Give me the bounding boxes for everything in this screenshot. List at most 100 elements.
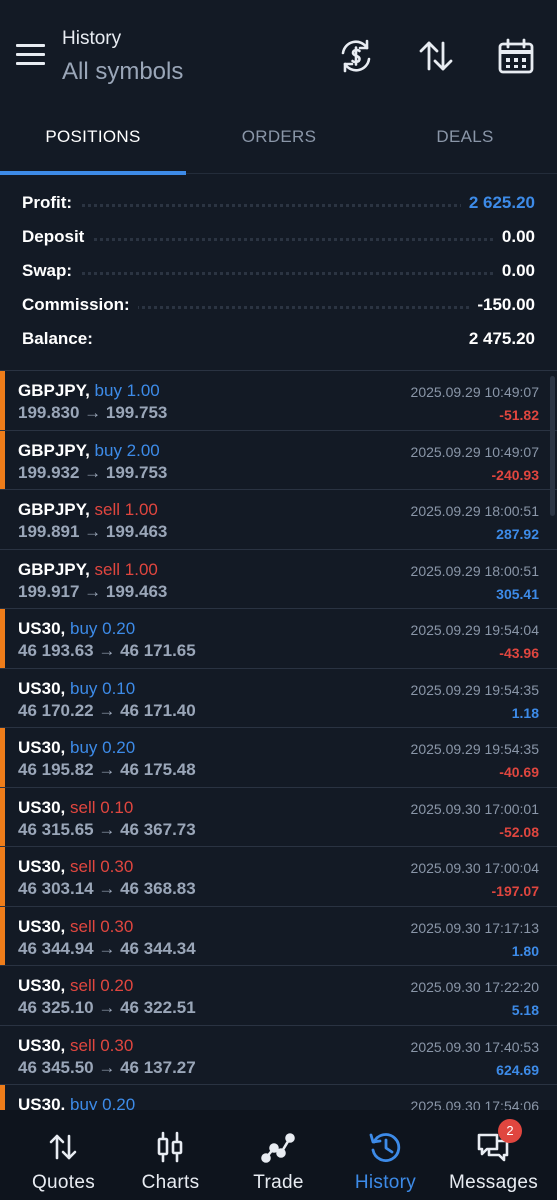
position-side: sell 1.00 <box>94 500 158 519</box>
leader-dots <box>22 272 535 275</box>
history-icon <box>369 1133 401 1162</box>
position-profit: 1.18 <box>511 704 539 721</box>
trade-icon <box>261 1133 295 1163</box>
position-row[interactable]: US30, sell 0.30 46 344.94 → 46 344.34 2025… <box>0 906 557 966</box>
row-marker <box>0 609 5 668</box>
row-marker <box>0 906 5 965</box>
active-tab-indicator <box>0 171 186 175</box>
nav-messages[interactable]: 2 Messages <box>438 1110 549 1200</box>
position-symbol: GBPJPY, sell 1.00 <box>18 560 158 580</box>
position-row[interactable]: US30, buy 0.20 46 195.82 → 46 175.48 2025.… <box>0 728 557 788</box>
position-side: sell 0.20 <box>69 976 134 995</box>
symbol-name: GBPJPY, <box>18 500 90 519</box>
position-side: buy 2.00 <box>94 440 160 460</box>
nav-charts[interactable]: Charts <box>115 1110 226 1200</box>
position-symbol: US30, buy 0.20 <box>18 619 135 639</box>
position-profit: 287.92 <box>496 526 539 542</box>
bottom-nav: Quotes Charts Trade History 2 Messages <box>0 1110 557 1200</box>
positions-list[interactable]: GBPJPY, buy 1.00 199.830 → 199.753 2025.09… <box>0 370 557 1110</box>
position-prices: 46 193.63 → 46 171.65 <box>18 641 196 660</box>
summary-label: Profit: <box>22 193 81 213</box>
position-symbol: US30, sell 0.30 <box>18 857 133 877</box>
summary-value: 2 475.20 <box>460 329 535 349</box>
symbol-name: GBPJPY, <box>18 559 90 579</box>
summary-label: Deposit <box>22 227 93 247</box>
position-symbol: US30, buy 0.20 <box>18 1095 135 1110</box>
scrollbar[interactable] <box>550 376 555 516</box>
row-marker <box>0 787 5 846</box>
symbol-name: US30, <box>18 1035 66 1055</box>
history-tabs: POSITIONS ORDERS DEALS <box>0 104 557 175</box>
position-time: 2025.09.30 17:22:20 <box>410 979 539 995</box>
summary-value: -150.00 <box>469 295 535 315</box>
position-row[interactable]: US30, sell 0.20 46 325.10 → 46 322.51 2025… <box>0 966 557 1026</box>
row-marker <box>0 430 5 489</box>
symbol-name: US30, <box>18 1095 66 1110</box>
nav-label: Trade <box>253 1172 304 1193</box>
position-row[interactable]: GBPJPY, sell 1.00 199.891 → 199.463 2025.0… <box>0 490 557 550</box>
position-time: 2025.09.30 17:40:53 <box>410 1038 539 1055</box>
nav-history[interactable]: History <box>330 1110 441 1200</box>
position-row[interactable]: GBPJPY, sell 1.00 199.917 → 199.463 2025.0… <box>0 550 557 609</box>
unread-badge: 2 <box>498 1119 522 1143</box>
position-time: 2025.09.29 10:49:07 <box>410 443 539 460</box>
position-row[interactable]: GBPJPY, buy 1.00 199.830 → 199.753 2025.09… <box>0 371 557 431</box>
position-side: buy 0.20 <box>69 738 136 757</box>
position-time: 2025.09.30 17:00:04 <box>410 860 539 876</box>
nav-label: Messages <box>449 1172 538 1193</box>
tab-positions[interactable]: POSITIONS <box>0 104 186 174</box>
position-profit: -51.82 <box>499 407 539 423</box>
tab-deals[interactable]: DEALS <box>372 104 557 174</box>
charts-icon <box>157 1131 183 1163</box>
position-profit: -43.96 <box>499 645 539 661</box>
symbol-name: US30, <box>18 678 66 698</box>
symbol-name: US30, <box>18 797 66 817</box>
calendar-icon[interactable] <box>496 36 536 76</box>
position-time: 2025.09.30 17:54:06 <box>410 1098 539 1110</box>
nav-trade[interactable]: Trade <box>223 1110 334 1200</box>
symbol-name: GBPJPY, <box>18 381 90 400</box>
position-symbol: GBPJPY, sell 1.00 <box>18 500 158 520</box>
app-header: History All symbols <box>0 0 557 104</box>
summary-value: 0.00 <box>493 227 535 247</box>
position-prices: 46 345.50 → 46 137.27 <box>18 1057 196 1077</box>
position-symbol: US30, sell 0.20 <box>18 976 133 996</box>
menu-icon[interactable] <box>16 44 46 66</box>
quotes-icon <box>49 1134 77 1160</box>
position-prices: 46 325.10 → 46 322.51 <box>18 998 196 1017</box>
position-row[interactable]: US30, sell 0.10 46 315.65 → 46 367.73 2025… <box>0 787 557 847</box>
position-time: 2025.09.29 19:54:35 <box>410 681 539 698</box>
position-profit: -52.08 <box>499 823 539 840</box>
symbol-name: GBPJPY, <box>18 440 90 460</box>
symbol-filter[interactable]: All symbols <box>62 58 183 86</box>
symbol-name: US30, <box>18 619 66 638</box>
position-row[interactable]: GBPJPY, buy 2.00 199.932 → 199.753 2025.09… <box>0 430 557 490</box>
position-side: sell 0.10 <box>69 797 134 817</box>
tab-orders[interactable]: ORDERS <box>186 104 372 174</box>
position-row[interactable]: US30, buy 0.20 2025.09.30 17:54:06 <box>0 1085 557 1110</box>
sort-icon[interactable] <box>416 36 456 76</box>
position-row[interactable]: US30, sell 0.30 46 303.14 → 46 368.83 2025… <box>0 847 557 907</box>
currency-exchange-icon[interactable] <box>336 36 376 76</box>
summary-value: 0.00 <box>493 261 535 281</box>
position-symbol: US30, buy 0.10 <box>18 679 135 699</box>
position-time: 2025.09.30 17:00:01 <box>410 800 539 817</box>
symbol-name: US30, <box>18 976 66 995</box>
position-symbol: US30, sell 0.30 <box>18 1036 133 1056</box>
position-time: 2025.09.29 18:00:51 <box>410 562 539 579</box>
position-row[interactable]: US30, buy 0.20 46 193.63 → 46 171.65 2025.… <box>0 609 557 669</box>
nav-quotes[interactable]: Quotes <box>8 1110 119 1200</box>
position-profit: -197.07 <box>491 883 539 899</box>
position-prices: 199.830 → 199.753 <box>18 403 168 422</box>
position-row[interactable]: US30, sell 0.30 46 345.50 → 46 137.27 2025… <box>0 1026 557 1085</box>
position-profit: 1.80 <box>511 942 539 959</box>
row-marker <box>0 1085 5 1110</box>
account-summary: Profit: 2 625.20 Deposit 0.00 Swap: 0.00… <box>0 186 557 356</box>
position-symbol: US30, buy 0.20 <box>18 738 135 758</box>
nav-label: History <box>354 1172 417 1193</box>
position-row[interactable]: US30, buy 0.10 46 170.22 → 46 171.40 2025.… <box>0 669 557 728</box>
position-symbol: US30, sell 0.30 <box>18 917 133 937</box>
position-side: buy 0.10 <box>69 678 136 698</box>
position-side: sell 1.00 <box>94 559 158 579</box>
leader-dots <box>22 204 535 207</box>
